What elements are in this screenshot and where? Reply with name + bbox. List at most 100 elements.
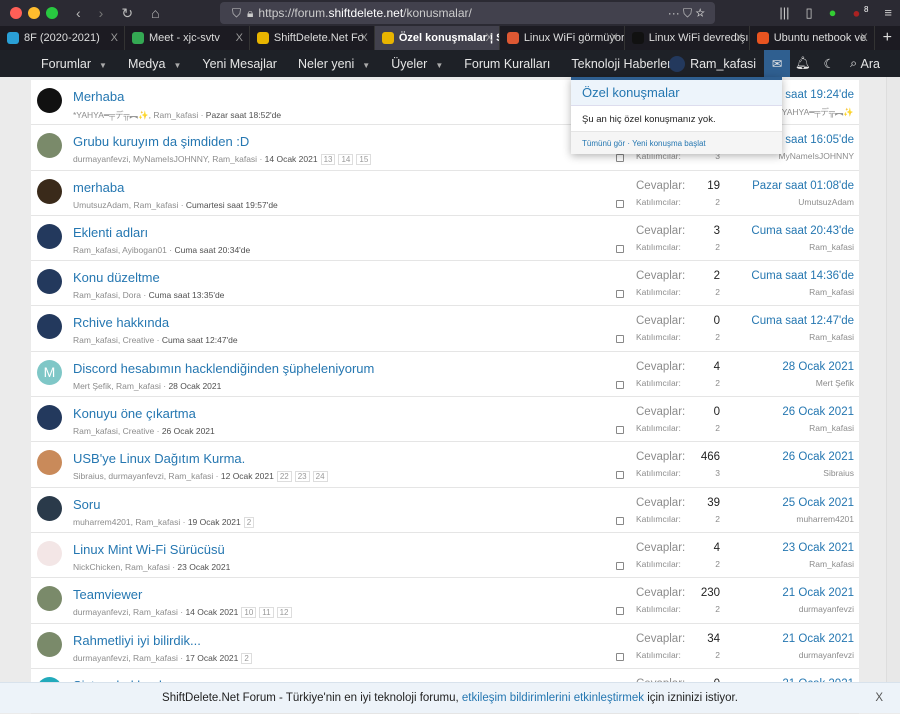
avatar[interactable]	[37, 88, 62, 113]
last-message-date-link[interactable]: Cuma saat 14:36'de	[751, 270, 854, 282]
extension-icon[interactable]: ●	[829, 5, 837, 21]
select-checkbox[interactable]	[616, 652, 624, 661]
page-link[interactable]: 13	[320, 154, 336, 166]
tab[interactable]: Ubuntu netbook ve X	[750, 26, 875, 50]
select-checkbox[interactable]	[616, 380, 624, 389]
last-message-date-link[interactable]: 26 Ocak 2021	[782, 451, 854, 463]
chevron-down-icon[interactable]: ▼	[362, 61, 370, 70]
conversation-title-link[interactable]: Teamviewer	[73, 587, 142, 602]
avatar[interactable]	[37, 133, 62, 159]
select-checkbox[interactable]	[616, 199, 624, 208]
avatar[interactable]	[37, 269, 62, 295]
tab[interactable]: Özel konuşmalar | SX	[374, 26, 500, 50]
conversation-title-link[interactable]: Grubu kuruyım da şimdiden :D	[73, 134, 249, 149]
nav-item[interactable]: Üyeler ▼	[391, 57, 443, 71]
select-checkbox[interactable]	[616, 471, 624, 480]
last-message-date-link[interactable]: Cuma saat 12:47'de	[751, 315, 854, 327]
tab[interactable]: Linux WiFi devredışı X	[625, 26, 750, 50]
avatar[interactable]: M	[37, 359, 62, 385]
tab[interactable]: Linux WiFi görmüyor X	[500, 26, 625, 50]
last-message-date-link[interactable]: 21 Ocak 2021	[782, 587, 854, 599]
last-message-date-link[interactable]: 23 Ocak 2021	[782, 542, 854, 554]
avatar[interactable]	[37, 178, 62, 204]
close-tab-icon[interactable]: X	[485, 32, 492, 44]
page-link[interactable]: 2	[243, 516, 255, 528]
url-bar[interactable]: ⛉ 🔒︎ https://forum. shiftdelete.net/konus…	[220, 2, 715, 24]
home-icon[interactable]: ⌂	[151, 5, 159, 21]
conversation-title-link[interactable]: Soru	[73, 497, 100, 512]
sidebar-icon[interactable]: ▯	[805, 5, 812, 21]
conversation-title-link[interactable]: merhaba	[73, 180, 124, 195]
conversation-title-link[interactable]: Eklenti adları	[73, 225, 148, 240]
page-link[interactable]: 23	[294, 471, 310, 483]
new-tab-button[interactable]: +	[875, 26, 900, 50]
close-tab-icon[interactable]: X	[361, 32, 368, 44]
avatar[interactable]	[37, 631, 62, 657]
conversation-title-link[interactable]: Discord hesabımın hacklendiğinden şüphel…	[73, 361, 374, 376]
conversation-title-link[interactable]: Konu düzeltme	[73, 270, 160, 285]
conversation-title-link[interactable]: Rchive hakkında	[73, 315, 169, 330]
close-tab-icon[interactable]: X	[860, 32, 867, 44]
select-checkbox[interactable]	[616, 426, 624, 435]
last-message-date-link[interactable]: 25 Ocak 2021	[782, 497, 854, 509]
new-conversation-link[interactable]: Yeni konuşma başlat	[632, 139, 706, 148]
tab[interactable]: ShiftDelete.Net Fo X	[250, 26, 375, 50]
library-icon[interactable]: |||	[779, 5, 789, 21]
select-checkbox[interactable]	[616, 290, 624, 299]
bell-icon[interactable]: 🔔︎	[790, 50, 816, 77]
page-link[interactable]: 12	[276, 607, 292, 619]
page-link[interactable]: 10	[241, 607, 257, 619]
chevron-down-icon[interactable]: ▼	[435, 61, 443, 70]
maximize-window-button[interactable]	[46, 7, 58, 19]
page-link[interactable]: 14	[338, 154, 354, 166]
nav-item[interactable]: Medya ▼	[128, 57, 181, 71]
tab[interactable]: Meet - xjc-svtv X	[125, 26, 250, 50]
scrollbar[interactable]	[886, 77, 900, 713]
nav-item[interactable]: Neler yeni ▼	[298, 57, 370, 71]
close-tab-icon[interactable]: X	[111, 32, 118, 44]
conversation-title-link[interactable]: USB'ye Linux Dağıtım Kurma.	[73, 451, 245, 466]
page-link[interactable]: 11	[259, 607, 274, 619]
chevron-down-icon[interactable]: ▼	[173, 61, 181, 70]
tab[interactable]: 8F (2020-2021) X	[0, 26, 125, 50]
avatar[interactable]	[37, 586, 62, 612]
moon-icon[interactable]: ☾	[816, 50, 842, 77]
avatar[interactable]	[37, 450, 62, 476]
select-checkbox[interactable]	[616, 561, 624, 570]
close-tab-icon[interactable]: X	[236, 32, 243, 44]
forward-icon[interactable]: ›	[99, 5, 104, 21]
avatar[interactable]	[37, 314, 62, 340]
page-actions[interactable]: ··· ⛉ ☆	[668, 6, 705, 21]
envelope-icon[interactable]: ✉	[764, 50, 791, 77]
conversation-title-link[interactable]: Merhaba	[73, 89, 124, 104]
last-message-date-link[interactable]: 26 Ocak 2021	[782, 406, 854, 418]
nav-item[interactable]: Forum Kuralları	[464, 57, 550, 71]
view-all-link[interactable]: Tümünü gör	[582, 139, 625, 148]
close-window-button[interactable]	[10, 7, 22, 19]
last-message-date-link[interactable]: Pazar saat 01:08'de	[752, 180, 854, 192]
last-message-date-link[interactable]: Cuma saat 20:43'de	[751, 225, 854, 237]
back-icon[interactable]: ‹	[76, 5, 81, 21]
select-checkbox[interactable]	[616, 516, 624, 525]
user-menu[interactable]: Ram_kafasi	[669, 55, 756, 72]
select-checkbox[interactable]	[616, 154, 624, 163]
avatar[interactable]	[37, 540, 62, 566]
menu-icon[interactable]: ≡	[884, 5, 892, 21]
nav-item[interactable]: Teknoloji Haberleri	[571, 57, 674, 71]
enable-notifications-link[interactable]: etkileşim bildirimlerini etkinleştirmek	[462, 692, 644, 704]
minimize-window-button[interactable]	[28, 7, 40, 19]
last-message-date-link[interactable]: 21 Ocak 2021	[782, 633, 854, 645]
last-message-date-link[interactable]: 28 Ocak 2021	[782, 361, 854, 373]
nav-item[interactable]: Yeni Mesajlar	[202, 57, 277, 71]
search-button[interactable]: ⌕ Ara	[850, 50, 880, 77]
conversation-title-link[interactable]: Linux Mint Wi-Fi Sürücüsü	[73, 542, 225, 557]
close-notice-button[interactable]: X	[875, 683, 883, 713]
select-checkbox[interactable]	[616, 244, 624, 253]
reload-icon[interactable]: ↻	[121, 5, 133, 22]
nav-item[interactable]: Forumlar ▼	[41, 57, 107, 71]
avatar[interactable]	[37, 495, 62, 521]
select-checkbox[interactable]	[616, 335, 624, 344]
conversation-title-link[interactable]: Konuyu öne çıkartma	[73, 406, 196, 421]
ublock-icon[interactable]: ● 8	[852, 5, 868, 21]
page-link[interactable]: 15	[356, 154, 372, 166]
